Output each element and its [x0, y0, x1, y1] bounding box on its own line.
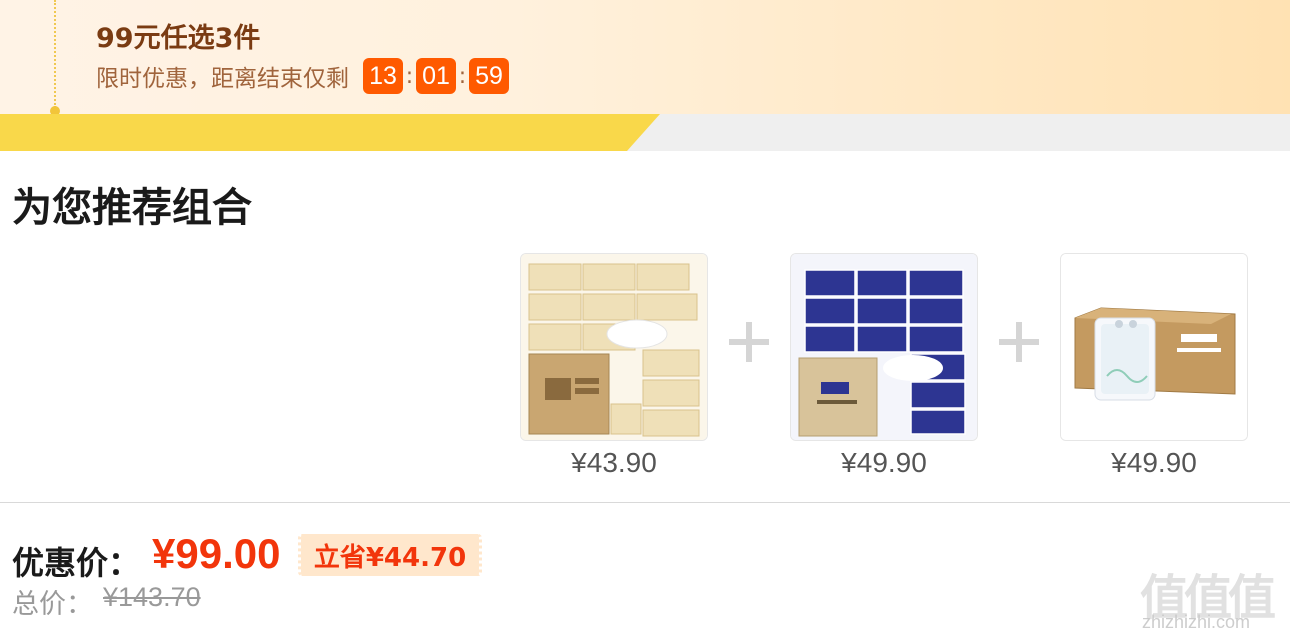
product-image-tissue-blue[interactable]: [790, 253, 978, 441]
plus-icon: [999, 322, 1039, 362]
promo-banner: 99元任选3件 限时优惠，距离结束仅剩 13 : 01 : 59: [0, 0, 1290, 116]
product-image-tissue-box[interactable]: [1060, 253, 1248, 441]
savings-badge: 立省¥44.70: [298, 534, 482, 576]
promo-title: 99元任选3件: [96, 23, 261, 54]
plus-icon: [729, 322, 769, 362]
total-price: ¥143.70: [103, 582, 201, 612]
total-price-label: 总价：: [12, 589, 93, 620]
divider: [0, 502, 1290, 503]
product-card[interactable]: ¥49.90: [1060, 253, 1248, 479]
product-card[interactable]: ¥43.90: [520, 253, 708, 479]
product-card[interactable]: ¥49.90: [790, 253, 978, 479]
countdown-seconds: 59: [469, 58, 509, 94]
timeline-line: [54, 0, 56, 108]
page: 99元任选3件 限时优惠，距离结束仅剩 13 : 01 : 59 为您推荐组合: [0, 0, 1290, 641]
product-price: ¥49.90: [1111, 447, 1197, 478]
countdown-minutes: 01: [416, 58, 456, 94]
watermark-url: zhizhizhi.com: [1142, 612, 1251, 632]
promo-countdown-row: 限时优惠，距离结束仅剩 13 : 01 : 59: [96, 58, 509, 94]
section-title: 为您推荐组合: [12, 185, 252, 231]
product-price: ¥43.90: [571, 447, 657, 478]
product-image-tissue-qingfeng[interactable]: [520, 253, 708, 441]
stripe-yellow: [0, 114, 660, 151]
countdown-separator: :: [405, 63, 414, 89]
countdown-hours: 13: [363, 58, 403, 94]
promo-subtitle: 限时优惠，距离结束仅剩: [96, 66, 349, 92]
countdown-separator: :: [458, 63, 467, 89]
deal-price-label: 优惠价：: [12, 544, 141, 582]
savings-text: 立省¥44.70: [313, 542, 467, 573]
product-price: ¥49.90: [841, 447, 927, 478]
deal-price: ¥99.00: [152, 530, 281, 577]
